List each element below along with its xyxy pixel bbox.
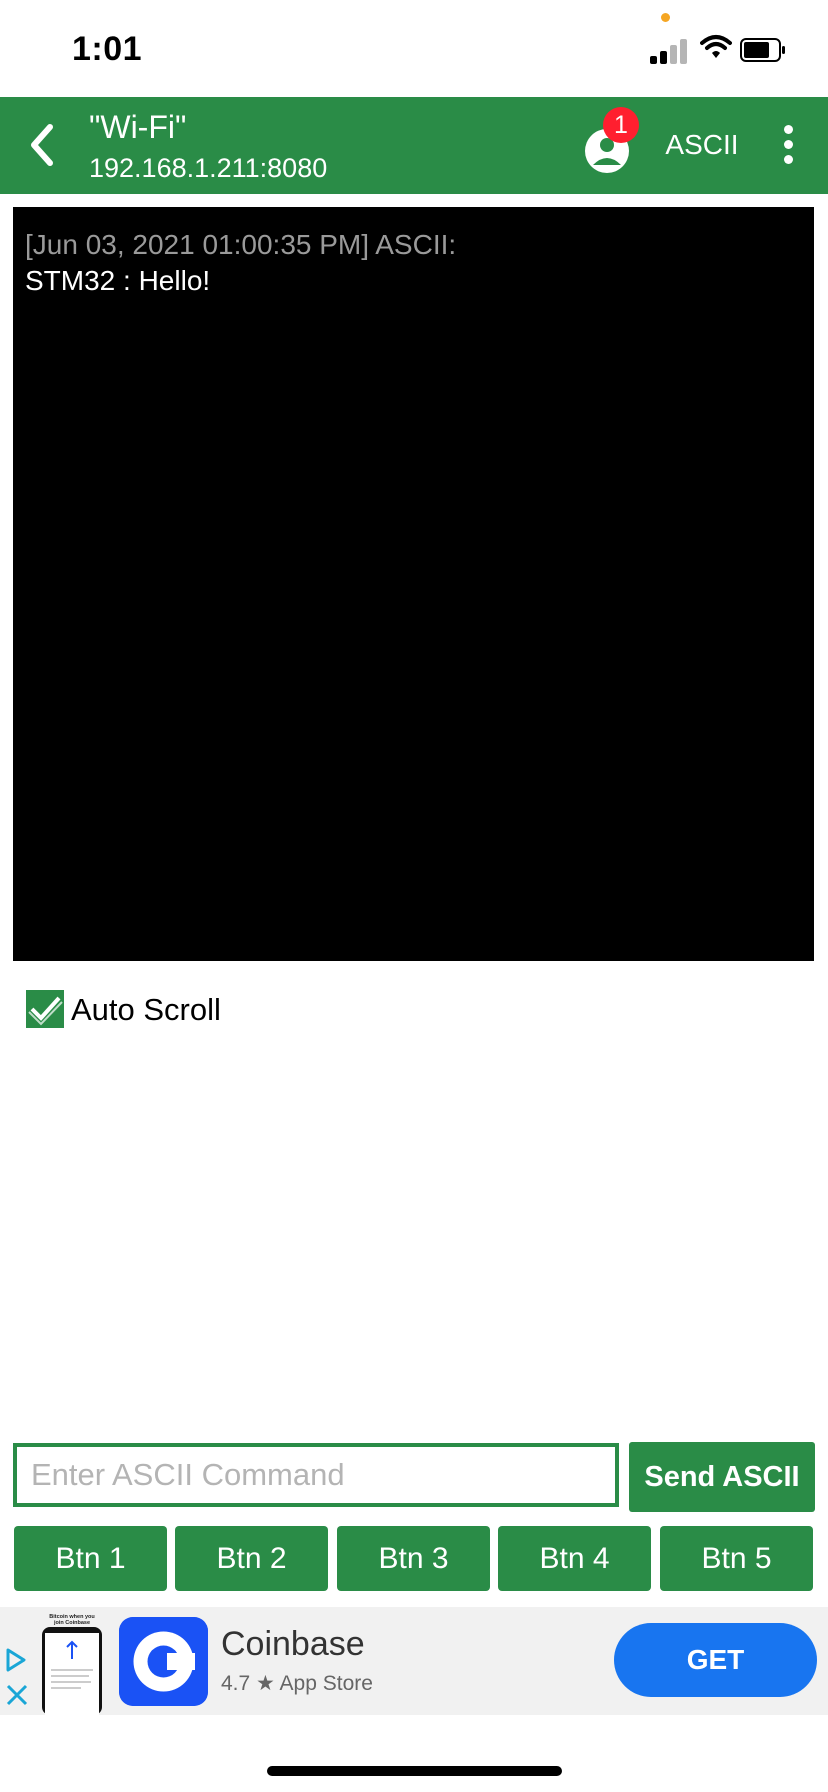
ad-app-rating: 4.7 ★ App Store xyxy=(221,1672,373,1695)
app-bar: "Wi-Fi" 192.168.1.211:8080 1 ASCII xyxy=(0,97,828,194)
cellular-signal-icon xyxy=(650,38,692,64)
log-entry-message: STM32 : Hello! xyxy=(25,265,211,296)
home-indicator[interactable] xyxy=(267,1766,562,1776)
ad-app-title: Coinbase xyxy=(221,1625,365,1663)
btn-1[interactable]: Btn 1 xyxy=(14,1526,167,1591)
ascii-command-input[interactable] xyxy=(13,1443,619,1507)
btn-4[interactable]: Btn 4 xyxy=(498,1526,651,1591)
back-button[interactable] xyxy=(20,117,70,173)
btn-3[interactable]: Btn 3 xyxy=(337,1526,490,1591)
coinbase-logo-icon xyxy=(119,1617,208,1706)
btn-5[interactable]: Btn 5 xyxy=(660,1526,813,1591)
connection-address: 192.168.1.211:8080 xyxy=(89,153,328,183)
checkmark-icon xyxy=(26,990,64,1028)
ad-get-button[interactable]: GET xyxy=(614,1623,817,1697)
log-entry-header: [Jun 03, 2021 01:00:35 PM] ASCII: xyxy=(25,229,457,260)
terminal-log[interactable]: [Jun 03, 2021 01:00:35 PM] ASCII: STM32 … xyxy=(13,207,814,961)
mic-indicator-dot xyxy=(661,13,670,22)
status-time: 1:01 xyxy=(72,30,143,68)
ad-screenshot-thumbnail: Bitcoin when you join Coinbase xyxy=(42,1614,102,1715)
auto-scroll-label: Auto Scroll xyxy=(71,992,221,1027)
notification-badge: 1 xyxy=(603,107,639,143)
mode-ascii-button[interactable]: ASCII xyxy=(652,123,752,167)
svg-text:join Coinbase: join Coinbase xyxy=(53,1620,90,1626)
btn-2[interactable]: Btn 2 xyxy=(175,1526,328,1591)
ad-banner[interactable]: Bitcoin when you join Coinbase Coinbase … xyxy=(0,1607,828,1715)
adchoices-icon[interactable] xyxy=(4,1647,28,1673)
wifi-icon xyxy=(700,35,732,58)
send-ascii-button[interactable]: Send ASCII xyxy=(629,1442,815,1512)
ad-close-icon[interactable] xyxy=(5,1683,29,1707)
battery-icon xyxy=(740,38,785,62)
more-menu-icon[interactable] xyxy=(770,123,806,167)
connection-title: "Wi-Fi" xyxy=(89,109,187,145)
